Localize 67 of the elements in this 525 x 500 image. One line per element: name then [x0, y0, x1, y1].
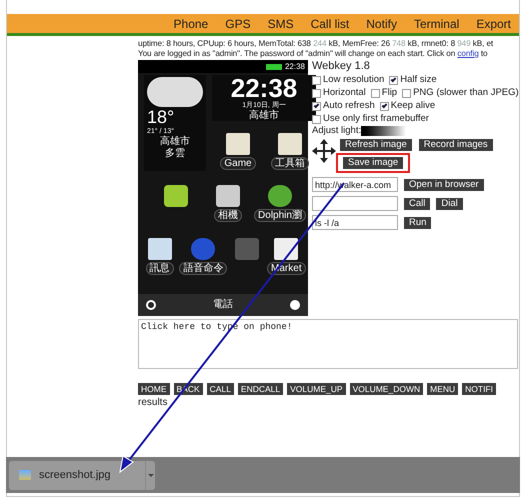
checkbox-label: Half size [400, 74, 437, 86]
nav-link[interactable]: Call list [310, 14, 350, 32]
check-icon [314, 102, 320, 108]
action-button[interactable]: Dial [436, 198, 463, 210]
image-button[interactable]: Refresh image [340, 139, 412, 151]
status-time: 22:38 [284, 62, 305, 72]
action-button[interactable]: Run [404, 216, 432, 228]
image-button[interactable]: Record images [418, 139, 493, 151]
download-item[interactable]: screenshot.jpg [9, 460, 155, 490]
app-label[interactable]: 工具箱 [271, 157, 309, 170]
system-status: uptime: 8 hours, CPUup: 6 hours, MemTotal: 638 244 kB, MemFree: 26 748 kB, rmnet0: 8 949 kB, et [138, 39, 494, 49]
checkbox-label: Auto refresh [323, 100, 375, 112]
city-name: 高雄市 [159, 136, 191, 148]
check-icon [390, 76, 397, 82]
action-button[interactable]: Open in browser [404, 178, 484, 190]
results-label: results [138, 397, 168, 409]
action-button[interactable]: Call [404, 198, 430, 210]
checkbox[interactable] [402, 88, 412, 98]
app-label[interactable]: Dolphin瀏 [254, 209, 306, 222]
checkbox[interactable] [312, 114, 321, 124]
nav-link[interactable]: Phone [174, 14, 208, 32]
app-label[interactable]: 相機 [214, 209, 242, 222]
caret-icon[interactable] [145, 460, 155, 490]
battery-icon [266, 64, 282, 70]
text-field[interactable] [312, 196, 398, 211]
key-button[interactable]: MENU [427, 383, 458, 395]
adjust-light-label: Adjust light: [312, 125, 362, 137]
app-label[interactable]: 語音命令 [179, 262, 228, 275]
nav-link[interactable]: SMS [268, 14, 294, 32]
key-button[interactable]: VOLUME_UP [287, 383, 346, 395]
checkbox[interactable] [380, 102, 389, 110]
nav-link[interactable]: Terminal [414, 14, 460, 32]
checkbox-label: Horizontal [323, 87, 366, 99]
app-label[interactable]: 訊息 [146, 262, 174, 275]
app-label[interactable]: Game [220, 157, 256, 170]
checkbox-label: Keep alive [390, 100, 436, 112]
nav-link[interactable]: Export [476, 14, 511, 32]
move-arrows-icon[interactable] [312, 139, 336, 163]
checkbox[interactable] [370, 88, 380, 98]
checkbox-label: Flip [382, 87, 398, 99]
checkbox[interactable] [312, 88, 321, 98]
download-filename: screenshot.jpg [39, 468, 112, 483]
config-link[interactable]: config [457, 49, 479, 58]
nav-link[interactable]: GPS [225, 14, 251, 32]
key-button[interactable]: ENDCALL [238, 383, 284, 395]
key-button[interactable]: HOME [138, 383, 170, 395]
checkbox[interactable] [389, 76, 398, 84]
key-button[interactable]: CALL [206, 383, 234, 395]
checkbox[interactable] [312, 76, 321, 84]
temperature: 18° [147, 107, 176, 127]
checkbox-label: Use only first framebuffer [323, 113, 429, 125]
key-button[interactable]: NOTIFI [462, 383, 496, 395]
clock-time: 22:38 [230, 75, 298, 101]
image-file-icon [19, 470, 31, 480]
login-notice: You are logged in as "admin". The password of "admin" will change on each start. Click on config to [138, 49, 488, 59]
checkbox[interactable] [312, 102, 321, 110]
app-title: Webkey 1.8 [312, 60, 371, 73]
brightness-gradient [361, 126, 406, 136]
checkbox-label: Low resolution [323, 74, 384, 86]
checkbox-label: PNG (slower than JPEG) [413, 87, 519, 99]
check-icon [381, 102, 388, 108]
nav-link[interactable]: Notify [366, 14, 397, 32]
city-name: 高雄市 [249, 110, 279, 121]
dock-label[interactable]: 電話 [213, 299, 233, 311]
weather-condition: 多雲 [164, 148, 186, 160]
key-button[interactable]: VOLUME_DOWN [350, 383, 424, 395]
image-button[interactable]: Save image [343, 157, 404, 169]
